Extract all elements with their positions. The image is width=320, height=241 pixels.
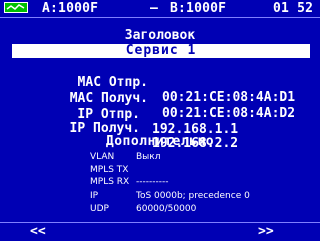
vlan-label: VLAN (90, 152, 115, 162)
additional-heading: Дополнительно (105, 134, 215, 149)
prev-page-button[interactable]: << (30, 224, 46, 239)
mpls-tx-label: MPLS TX (90, 165, 129, 175)
mac-src-row[interactable]: MAC Отпр. 00:21:CE:08:4A:D1 (0, 60, 320, 105)
service-selector[interactable]: Сервис 1 (12, 44, 310, 58)
status-bar: A:1000F – B:1000F 01 52 (0, 0, 320, 18)
ip-value: ToS 0000b; precedence 0 (136, 191, 250, 201)
udp-label: UDP (90, 204, 109, 214)
port-a-status: A:1000F (42, 1, 99, 16)
status-separator: – (150, 1, 159, 16)
ip-src-row[interactable]: IP Отпр. 192.168.1.1 (0, 92, 320, 137)
service-selector-label: Сервис 1 (125, 43, 197, 58)
vlan-value: Выкл (136, 152, 161, 162)
clock: 01 52 (273, 1, 314, 16)
signal-wave-icon (4, 2, 28, 13)
udp-value: 60000/50000 (136, 204, 197, 214)
ip-label: IP (90, 191, 99, 201)
ip-dst-row[interactable]: IP Получ. 192.168.2.2 (0, 106, 320, 151)
mpls-rx-label: MPLS RX (90, 177, 130, 187)
port-b-status: B:1000F (170, 1, 227, 16)
next-page-button[interactable]: >> (258, 224, 274, 239)
section-heading: Заголовок (124, 28, 196, 43)
bottom-nav: << >> (0, 222, 320, 241)
mac-dst-row[interactable]: MAC Получ. 00:21:CE:08:4A:D2 (0, 76, 320, 121)
mpls-rx-value: ---------- (136, 177, 169, 187)
